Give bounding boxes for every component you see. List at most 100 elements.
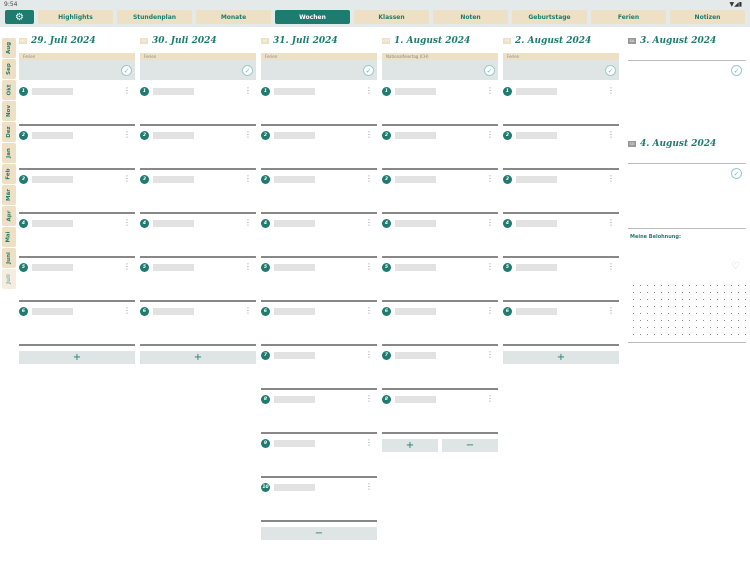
add-lesson-button[interactable]: + bbox=[382, 439, 438, 452]
more-options-icon[interactable]: ⋮ bbox=[486, 218, 494, 227]
lesson-row[interactable]: 7 ⋮ bbox=[261, 346, 377, 390]
more-options-icon[interactable]: ⋮ bbox=[607, 218, 615, 227]
more-options-icon[interactable]: ⋮ bbox=[486, 394, 494, 403]
lesson-row[interactable]: 1 ⋮ bbox=[382, 82, 498, 126]
lesson-row[interactable]: 5 ⋮ bbox=[19, 258, 135, 302]
more-options-icon[interactable]: ⋮ bbox=[365, 482, 373, 491]
more-options-icon[interactable]: ⋮ bbox=[365, 130, 373, 139]
more-options-icon[interactable]: ⋮ bbox=[486, 86, 494, 95]
check-icon[interactable]: ✓ bbox=[731, 65, 742, 76]
lesson-row[interactable]: 3 ⋮ bbox=[503, 170, 619, 214]
more-options-icon[interactable]: ⋮ bbox=[365, 350, 373, 359]
lesson-row[interactable]: 3 ⋮ bbox=[261, 170, 377, 214]
month-tab-jan[interactable]: Jan bbox=[2, 143, 16, 163]
more-options-icon[interactable]: ⋮ bbox=[244, 306, 252, 315]
month-tab-nov[interactable]: Nov bbox=[2, 101, 16, 121]
lesson-row[interactable]: 4 ⋮ bbox=[140, 214, 256, 258]
lesson-row[interactable]: 4 ⋮ bbox=[261, 214, 377, 258]
lesson-row[interactable]: 5 ⋮ bbox=[382, 258, 498, 302]
check-icon[interactable]: ✓ bbox=[121, 65, 132, 76]
lesson-row[interactable]: 2 ⋮ bbox=[261, 126, 377, 170]
month-tab-juli[interactable]: Juli bbox=[2, 269, 16, 289]
month-tab-sep[interactable]: Sep bbox=[2, 59, 16, 79]
lesson-row[interactable]: 1 ⋮ bbox=[261, 82, 377, 126]
more-options-icon[interactable]: ⋮ bbox=[244, 174, 252, 183]
check-icon[interactable]: ✓ bbox=[242, 65, 253, 76]
add-lesson-button[interactable]: + bbox=[503, 351, 619, 364]
more-options-icon[interactable]: ⋮ bbox=[607, 262, 615, 271]
heart-icon[interactable]: ♡ bbox=[731, 261, 740, 272]
more-options-icon[interactable]: ⋮ bbox=[244, 130, 252, 139]
month-tab-mai[interactable]: Mai bbox=[2, 227, 16, 247]
month-tab-apr[interactable]: Apr bbox=[2, 206, 16, 226]
more-options-icon[interactable]: ⋮ bbox=[123, 130, 131, 139]
month-tab-dez[interactable]: Dez bbox=[2, 122, 16, 142]
more-options-icon[interactable]: ⋮ bbox=[244, 218, 252, 227]
lesson-row[interactable]: 5 ⋮ bbox=[140, 258, 256, 302]
lesson-row[interactable]: 6 ⋮ bbox=[261, 302, 377, 346]
remove-lesson-button[interactable]: − bbox=[442, 439, 498, 452]
lesson-row[interactable]: 10 ⋮ bbox=[261, 478, 377, 522]
lesson-row[interactable]: 4 ⋮ bbox=[382, 214, 498, 258]
day-note-box[interactable]: ✓ bbox=[382, 60, 498, 80]
lesson-row[interactable]: 7 ⋮ bbox=[382, 346, 498, 390]
lesson-row[interactable]: 1 ⋮ bbox=[19, 82, 135, 126]
day-note-box[interactable]: ✓ bbox=[19, 60, 135, 80]
more-options-icon[interactable]: ⋮ bbox=[244, 262, 252, 271]
more-options-icon[interactable]: ⋮ bbox=[123, 86, 131, 95]
more-options-icon[interactable]: ⋮ bbox=[365, 218, 373, 227]
lesson-row[interactable]: 4 ⋮ bbox=[503, 214, 619, 258]
lesson-row[interactable]: 3 ⋮ bbox=[19, 170, 135, 214]
lesson-row[interactable]: 2 ⋮ bbox=[19, 126, 135, 170]
tab-klassen[interactable]: Klassen bbox=[354, 10, 429, 24]
tab-ferien[interactable]: Ferien bbox=[591, 10, 666, 24]
month-tab-aug[interactable]: Aug bbox=[2, 38, 16, 58]
lesson-row[interactable]: 5 ⋮ bbox=[261, 258, 377, 302]
lesson-row[interactable]: 8 ⋮ bbox=[261, 390, 377, 434]
more-options-icon[interactable]: ⋮ bbox=[365, 306, 373, 315]
more-options-icon[interactable]: ⋮ bbox=[123, 174, 131, 183]
tab-wochen[interactable]: Wochen bbox=[275, 10, 350, 24]
lesson-row[interactable]: 2 ⋮ bbox=[382, 126, 498, 170]
lesson-row[interactable]: 6 ⋮ bbox=[140, 302, 256, 346]
lesson-row[interactable]: 8 ⋮ bbox=[382, 390, 498, 434]
tab-geburtstage[interactable]: Geburtstage bbox=[512, 10, 587, 24]
lesson-row[interactable]: 5 ⋮ bbox=[503, 258, 619, 302]
month-tab-feb[interactable]: Feb bbox=[2, 164, 16, 184]
check-icon[interactable]: ✓ bbox=[484, 65, 495, 76]
remove-lesson-button[interactable]: − bbox=[261, 527, 377, 540]
more-options-icon[interactable]: ⋮ bbox=[123, 306, 131, 315]
day-note-box[interactable]: ✓ bbox=[261, 60, 377, 80]
more-options-icon[interactable]: ⋮ bbox=[486, 350, 494, 359]
lesson-row[interactable]: 1 ⋮ bbox=[503, 82, 619, 126]
more-options-icon[interactable]: ⋮ bbox=[365, 174, 373, 183]
check-icon[interactable]: ✓ bbox=[731, 168, 742, 179]
settings-button[interactable]: ⚙ bbox=[5, 10, 34, 24]
lesson-row[interactable]: 6 ⋮ bbox=[503, 302, 619, 346]
more-options-icon[interactable]: ⋮ bbox=[365, 394, 373, 403]
day-note-box[interactable]: ✓ bbox=[140, 60, 256, 80]
more-options-icon[interactable]: ⋮ bbox=[486, 130, 494, 139]
check-icon[interactable]: ✓ bbox=[363, 65, 374, 76]
more-options-icon[interactable]: ⋮ bbox=[365, 262, 373, 271]
tab-stundenplan[interactable]: Stundenplan bbox=[117, 10, 192, 24]
lesson-row[interactable]: 2 ⋮ bbox=[503, 126, 619, 170]
month-tab-mär[interactable]: Mär bbox=[2, 185, 16, 205]
lesson-row[interactable]: 6 ⋮ bbox=[19, 302, 135, 346]
lesson-row[interactable]: 2 ⋮ bbox=[140, 126, 256, 170]
more-options-icon[interactable]: ⋮ bbox=[607, 86, 615, 95]
check-icon[interactable]: ✓ bbox=[605, 65, 616, 76]
add-lesson-button[interactable]: + bbox=[140, 351, 256, 364]
more-options-icon[interactable]: ⋮ bbox=[486, 262, 494, 271]
lesson-row[interactable]: 9 ⋮ bbox=[261, 434, 377, 478]
more-options-icon[interactable]: ⋮ bbox=[365, 438, 373, 447]
tab-noten[interactable]: Noten bbox=[433, 10, 508, 24]
more-options-icon[interactable]: ⋮ bbox=[365, 86, 373, 95]
lesson-row[interactable]: 3 ⋮ bbox=[382, 170, 498, 214]
more-options-icon[interactable]: ⋮ bbox=[244, 86, 252, 95]
more-options-icon[interactable]: ⋮ bbox=[607, 306, 615, 315]
lesson-row[interactable]: 6 ⋮ bbox=[382, 302, 498, 346]
dot-grid[interactable] bbox=[630, 282, 746, 340]
more-options-icon[interactable]: ⋮ bbox=[607, 174, 615, 183]
lesson-row[interactable]: 3 ⋮ bbox=[140, 170, 256, 214]
